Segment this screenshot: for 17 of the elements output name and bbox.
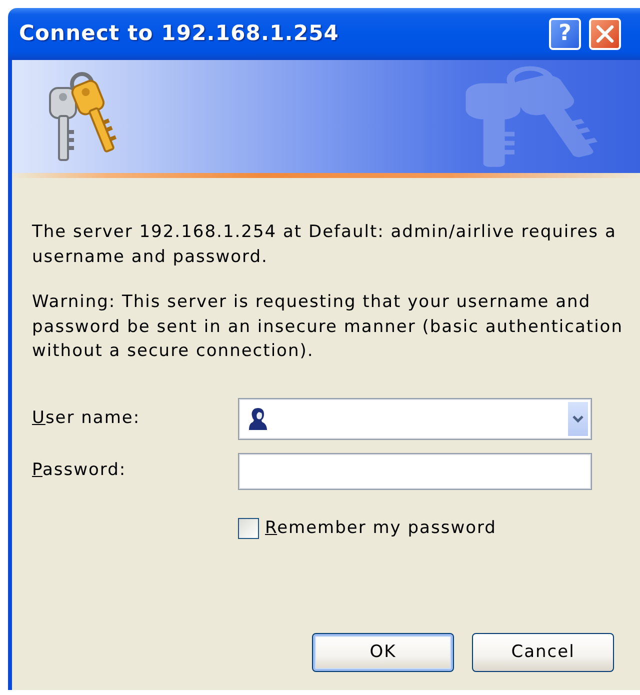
dropdown-button[interactable]	[568, 402, 588, 436]
field-label: Password:	[32, 459, 128, 482]
username-combo-field[interactable]	[238, 398, 592, 440]
cancel-button[interactable]: Cancel	[472, 633, 614, 672]
chevron-down-icon	[572, 414, 584, 422]
remember-checkbox[interactable]	[238, 518, 259, 539]
user-silhouette-icon	[248, 406, 268, 430]
message-text: The server 192.168.1.254 at Default: admin/airlive requires a username and password.	[32, 221, 618, 268]
help-button[interactable]: ?	[549, 18, 581, 50]
ok-button[interactable]: OK	[312, 633, 454, 672]
password-field[interactable]	[238, 452, 592, 490]
checkbox-label: Remember my password	[265, 516, 496, 540]
message-text: Warning: This server is requesting that your username and password be sent in an insecure manner (basic authentication without a secure connection).	[32, 291, 624, 363]
window-title: Connect to 192.168.1.254	[19, 20, 340, 48]
close-icon	[595, 24, 615, 44]
field-label: User name:	[32, 406, 142, 430]
close-button[interactable]	[589, 18, 621, 50]
